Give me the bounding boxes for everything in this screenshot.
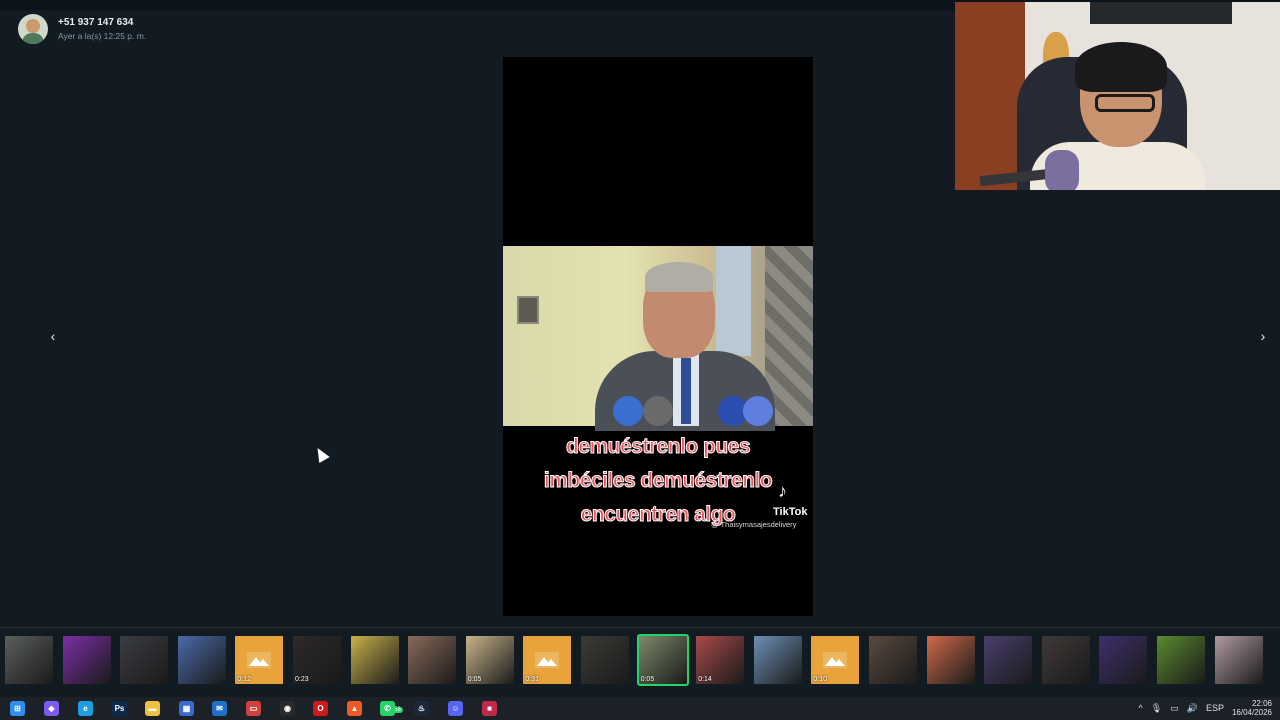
thumbnail-duration: 0:14 <box>698 676 712 683</box>
media-thumbnail[interactable] <box>350 636 399 684</box>
clock-date: 16/04/2026 <box>1231 708 1272 717</box>
media-thumbnail[interactable] <box>984 636 1033 684</box>
image-placeholder-icon <box>823 652 848 668</box>
media-thumbnail[interactable] <box>408 636 457 684</box>
caption-line: demuéstrenlo pues <box>565 435 751 459</box>
outlook-icon[interactable]: ✉ <box>212 701 227 716</box>
discord-icon[interactable]: ☺ <box>448 701 463 716</box>
steam-icon[interactable]: ♨ <box>414 701 429 716</box>
image-placeholder-icon <box>247 652 272 668</box>
media-thumbnail[interactable]: 0:31 <box>523 636 572 684</box>
media-thumbnail[interactable] <box>1157 636 1205 684</box>
cam-tv <box>1090 2 1232 24</box>
cam-door <box>955 2 1025 190</box>
scene-hair <box>645 262 713 292</box>
media-thumbnail[interactable] <box>177 636 226 684</box>
media-thumbnail[interactable]: 0:14 <box>696 636 745 684</box>
sender-info[interactable]: +51 937 147 634 Ayer a la(s) 12:25 p. m. <box>18 14 146 44</box>
video-frame <box>503 246 813 431</box>
chevron-left-icon: ‹ <box>50 328 56 344</box>
media-thumbnail[interactable] <box>926 636 975 684</box>
sender-avatar[interactable] <box>18 14 48 44</box>
mouse-cursor <box>312 444 330 464</box>
obs-icon[interactable]: ◉ <box>280 701 295 716</box>
media-thumbnail[interactable] <box>1041 636 1090 684</box>
cam-microphone <box>1045 150 1079 190</box>
thumbnail-duration: 0:05 <box>640 676 655 683</box>
scene-sign <box>517 296 539 324</box>
copilot-icon[interactable]: ◆ <box>44 701 59 716</box>
video-caption: demuéstrenlo pues imbéciles demuéstrenlo… <box>503 430 813 532</box>
thumbnail-duration: 0:31 <box>525 676 540 683</box>
thumbnail-duration: 0:10 <box>813 676 828 683</box>
clock[interactable]: 22:06 16/04/2026 <box>1232 699 1272 717</box>
scene-microphone <box>643 396 673 426</box>
photoshop-icon[interactable]: Ps <box>112 701 127 716</box>
sender-timestamp: Ayer a la(s) 12:25 p. m. <box>58 31 147 41</box>
scene-tie <box>681 358 691 424</box>
brave-icon[interactable]: ▲ <box>347 701 362 716</box>
media-viewer: +51 937 147 634 Ayer a la(s) 12:25 p. m.… <box>0 0 1280 697</box>
file-explorer-icon[interactable]: ▬ <box>145 701 160 716</box>
next-media-button[interactable]: › <box>1253 326 1273 346</box>
media-thumbnail[interactable] <box>1214 636 1263 684</box>
clock-time: 22:06 <box>1251 699 1272 708</box>
opera-icon[interactable]: O <box>313 701 328 716</box>
thumbnail-duration: 0:12 <box>237 676 252 683</box>
whatsapp-icon[interactable]: ✆ <box>380 701 395 716</box>
media-thumbnail[interactable] <box>5 636 53 684</box>
caption-line: imbéciles demuéstrenlo <box>543 469 773 493</box>
tray-overflow-icon[interactable]: ^ <box>1139 703 1143 713</box>
previous-media-button[interactable]: ‹ <box>43 326 63 346</box>
media-thumbnail[interactable] <box>869 636 917 684</box>
media-thumbnail[interactable]: 0:12 <box>235 636 284 684</box>
tiktok-brand: TikTok <box>773 506 808 518</box>
thumbnail-duration: 0:23 <box>295 676 309 683</box>
language-indicator[interactable]: ESP <box>1206 703 1224 713</box>
cam-hair <box>1075 42 1167 92</box>
media-thumbnail[interactable] <box>581 636 629 684</box>
webcam-overlay <box>955 2 1280 190</box>
scene-window <box>716 246 751 356</box>
media-thumbnail[interactable] <box>62 636 111 684</box>
windows-start-icon[interactable]: ⊞ <box>10 701 25 716</box>
media-thumbnail[interactable] <box>120 636 169 684</box>
app2-icon[interactable]: ■ <box>482 701 497 716</box>
media-thumbnail[interactable] <box>1099 636 1148 684</box>
volume-icon[interactable]: 🔊 <box>1187 703 1198 714</box>
media-thumbnail[interactable] <box>753 636 802 684</box>
media-video-player[interactable]: demuéstrenlo pues imbéciles demuéstrenlo… <box>503 57 813 616</box>
network-icon[interactable]: ▭ <box>1170 703 1179 714</box>
scene-microphone <box>743 396 773 426</box>
system-tray: ^ 🎙 ▭ 🔊 ESP 22:06 16/04/2026 <box>1139 699 1272 717</box>
media-thumbnail[interactable]: 0:10 <box>811 636 860 684</box>
tiktok-username: @ Thaisymasajesdelivery <box>711 520 797 529</box>
image-placeholder-icon <box>535 652 560 668</box>
sender-text: +51 937 147 634 Ayer a la(s) 12:25 p. m. <box>58 17 146 41</box>
media-thumbnail-strip: 0:12 0:23 0:05 0:31 0:05 0:14 0:10 <box>0 627 1280 697</box>
tiktok-logo-icon: ♪ <box>778 481 787 501</box>
scene-microphone <box>613 396 643 426</box>
media-thumbnail[interactable]: 0:23 <box>293 636 341 684</box>
cam-glasses <box>1095 94 1155 112</box>
thumbnail-duration: 0:05 <box>467 676 482 683</box>
store-icon[interactable]: ▦ <box>179 701 194 716</box>
media-thumbnail[interactable]: 0:05 <box>465 636 514 684</box>
edge-icon[interactable]: e <box>78 701 93 716</box>
sender-name: +51 937 147 634 <box>58 17 134 28</box>
microphone-icon[interactable]: 🎙 <box>1151 703 1162 714</box>
windows-taskbar: 58 ^ 🎙 ▭ 🔊 ESP 22:06 16/04/2026 ⊞ ◆ e Ps ▬ ▦ ✉… <box>0 697 1280 720</box>
chevron-right-icon: › <box>1260 328 1266 344</box>
app-icon[interactable]: ▭ <box>246 701 261 716</box>
media-thumbnail[interactable]: 0:05 <box>636 634 689 686</box>
